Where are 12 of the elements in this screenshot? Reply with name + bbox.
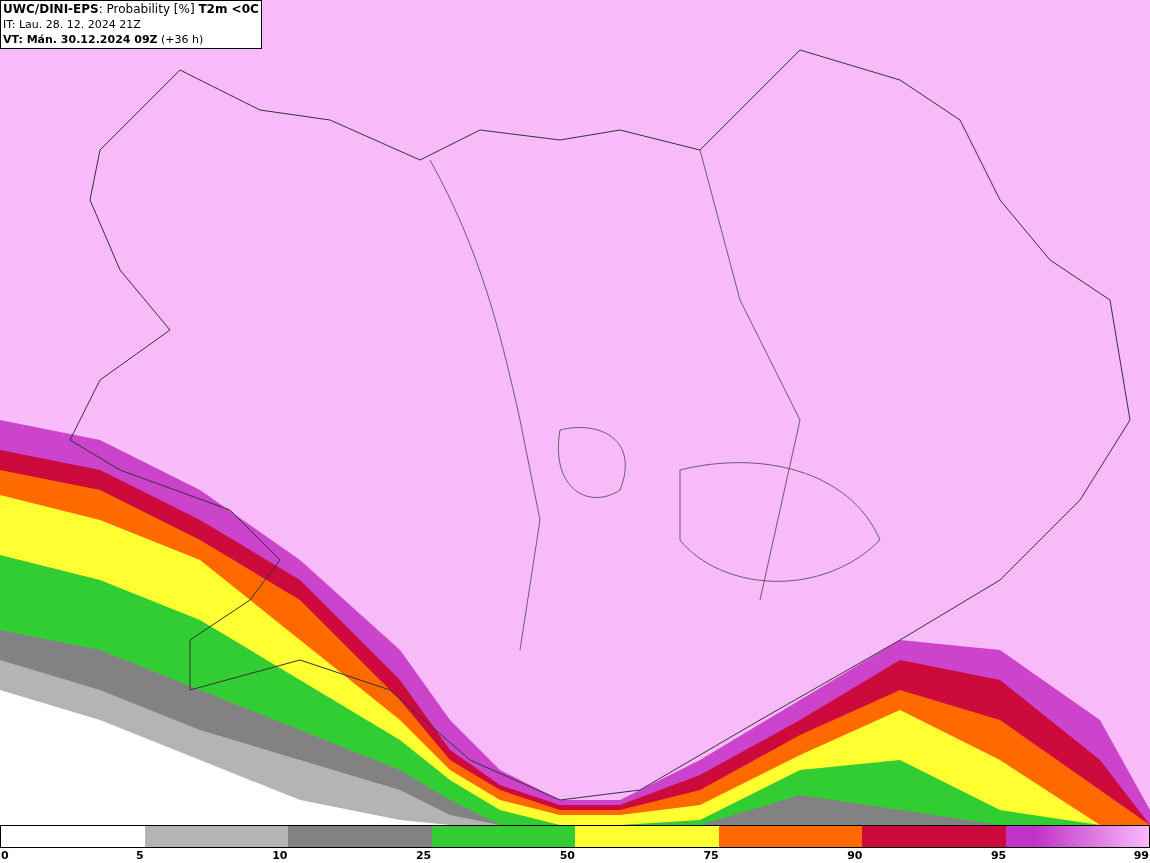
scale-tick-label: 95 <box>990 848 1007 863</box>
scale-tick-label: 50 <box>559 848 575 863</box>
scale-tick-label: 99 <box>1133 848 1149 863</box>
scale-tick-label: 5 <box>136 848 144 863</box>
scale-tick-label: 10 <box>272 848 288 863</box>
valid-time: VT: Mán. 30.12.2024 09Z (+36 h) <box>3 32 205 47</box>
scale-tick-label: 0 <box>1 848 9 863</box>
scale-tick-label: 90 <box>847 848 863 863</box>
scale-tick-label: 25 <box>415 848 432 863</box>
map-title: UWC/DINI-EPS: Probability [%] T2m <0C <box>3 2 259 17</box>
init-time: IT: Lau. 28. 12. 2024 21Z <box>3 17 142 32</box>
scale-tick-label: 75 <box>703 848 719 863</box>
